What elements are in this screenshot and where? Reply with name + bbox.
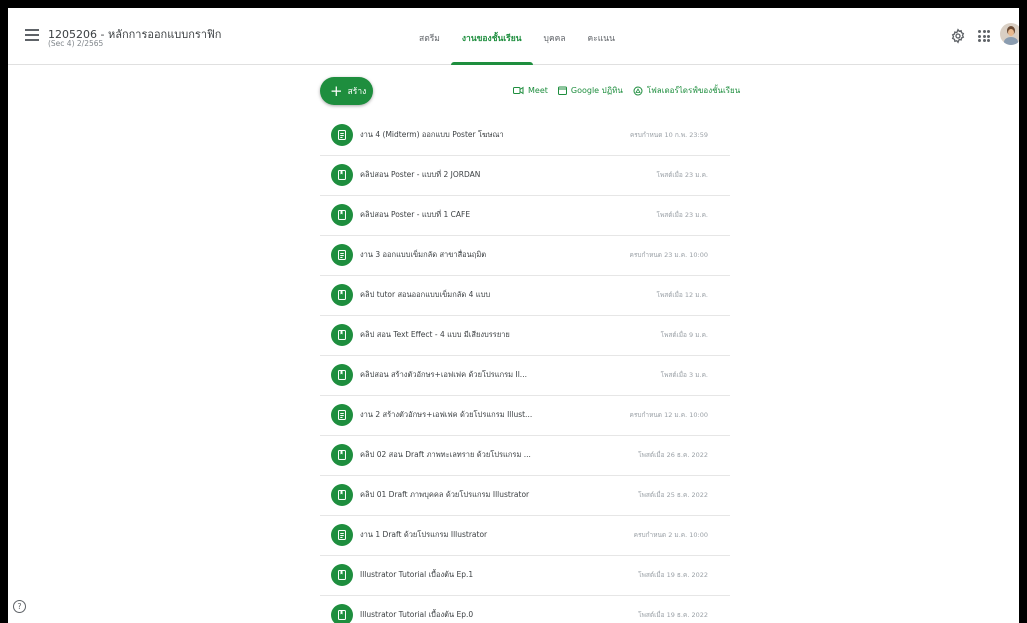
item-date: โพสต์เมื่อ 9 ม.ค. — [660, 331, 708, 339]
classwork-item[interactable]: คลิป 01 Draft ภาพบุคคล ด้วยโปรแกรม Illus… — [320, 476, 730, 516]
item-title: คลิป สอน Text Effect - 4 แบบ มีเสียงบรรย… — [360, 330, 510, 339]
item-title: คลิป tutor สอนออกแบบเข็มกลัด 4 แบบ — [360, 290, 491, 299]
classwork-item[interactable]: คลิปสอน สร้างตัวอักษร+เอฟเฟค ด้วยโปรแกรม… — [320, 356, 730, 396]
tab-people[interactable]: บุคคล — [533, 8, 577, 64]
main-menu-icon[interactable] — [22, 26, 42, 46]
top-app-bar: 1205206 - หลักการออกแบบกราฟิก (Sec 4) 2/… — [8, 8, 1019, 65]
calendar-label: Google ปฏิทิน — [570, 86, 623, 95]
item-date: ครบกำหนด 23 ม.ค. 10:00 — [629, 251, 708, 259]
apps-grid-icon[interactable] — [978, 30, 990, 42]
item-date: โพสต์เมื่อ 12 ม.ค. — [656, 291, 708, 299]
item-date: โพสต์เมื่อ 23 ม.ค. — [656, 211, 708, 219]
item-title: คลิปสอน สร้างตัวอักษร+เอฟเฟค ด้วยโปรแกรม… — [360, 370, 527, 379]
item-date: โพสต์เมื่อ 26 ธ.ค. 2022 — [638, 451, 708, 459]
item-title: คลิป 02 สอน Draft ภาพทะเลทราย ด้วยโปรแกร… — [360, 450, 531, 459]
item-title: งาน 4 (Midterm) ออกแบบ Poster โฆษณา — [360, 130, 504, 139]
class-tabs: สตรีม งานของชั้นเรียน บุคคล คะแนน — [408, 8, 626, 65]
help-icon[interactable]: ? — [13, 600, 26, 613]
item-title: งาน 3 ออกแบบเข็มกลัด สาขาสื่อนฤมิต — [360, 250, 487, 259]
classwork-item[interactable]: คลิปสอน Poster - แบบที่ 2 JORDAN โพสต์เม… — [320, 156, 730, 196]
material-icon — [331, 324, 353, 346]
assignment-icon — [331, 404, 353, 426]
item-date: โพสต์เมื่อ 23 ม.ค. — [656, 171, 708, 179]
drive-folder-link[interactable]: โฟลเดอร์ไดรฟ์ของชั้นเรียน — [633, 84, 740, 97]
assignment-icon — [331, 124, 353, 146]
meet-link[interactable]: Meet — [513, 86, 548, 95]
create-button[interactable]: + สร้าง — [320, 77, 373, 105]
item-date: ครบกำหนด 12 ม.ค. 10:00 — [629, 411, 708, 419]
item-date: โพสต์เมื่อ 19 ธ.ค. 2022 — [638, 571, 708, 579]
tab-classwork[interactable]: งานของชั้นเรียน — [450, 8, 533, 65]
material-icon — [331, 484, 353, 506]
avatar[interactable] — [1000, 23, 1019, 45]
classwork-item[interactable]: Illustrator Tutorial เบื้องต้น Ep.1 โพสต… — [320, 556, 730, 596]
assignment-icon — [331, 244, 353, 266]
item-title: คลิปสอน Poster - แบบที่ 1 CAFE — [360, 210, 471, 219]
item-date: โพสต์เมื่อ 3 ม.ค. — [660, 371, 708, 379]
material-icon — [331, 444, 353, 466]
item-title: Illustrator Tutorial เบื้องต้น Ep.1 — [360, 570, 474, 579]
item-date: โพสต์เมื่อ 19 ธ.ค. 2022 — [638, 611, 708, 619]
item-title: งาน 1 Draft ด้วยโปรแกรม Illustrator — [360, 530, 488, 539]
item-title: งาน 2 สร้างตัวอักษร+เอฟเฟค ด้วยโปรแกรม I… — [360, 410, 533, 419]
material-icon — [331, 564, 353, 586]
classwork-item[interactable]: คลิป สอน Text Effect - 4 แบบ มีเสียงบรรย… — [320, 316, 730, 356]
calendar-link[interactable]: Google ปฏิทิน — [557, 84, 623, 97]
plus-icon: + — [330, 81, 343, 100]
classwork-item[interactable]: งาน 3 ออกแบบเข็มกลัด สาขาสื่อนฤมิต ครบกำ… — [320, 236, 730, 276]
material-icon — [331, 364, 353, 386]
calendar-icon — [557, 86, 567, 95]
classwork-item[interactable]: คลิป 02 สอน Draft ภาพทะเลทราย ด้วยโปรแกร… — [320, 436, 730, 476]
classwork-item[interactable]: งาน 4 (Midterm) ออกแบบ Poster โฆษณา ครบก… — [320, 116, 730, 156]
classwork-item[interactable]: งาน 2 สร้างตัวอักษร+เอฟเฟค ด้วยโปรแกรม I… — [320, 396, 730, 436]
item-date: ครบกำหนด 2 ม.ค. 10:00 — [633, 531, 708, 539]
classwork-item[interactable]: Illustrator Tutorial เบื้องต้น Ep.0 โพสต… — [320, 596, 730, 623]
assignment-icon — [331, 524, 353, 546]
class-section: (Sec 4) 2/2565 — [48, 39, 104, 48]
classwork-item[interactable]: คลิป tutor สอนออกแบบเข็มกลัด 4 แบบ โพสต์… — [320, 276, 730, 316]
material-icon — [331, 204, 353, 226]
meet-label: Meet — [528, 86, 548, 95]
item-title: คลิปสอน Poster - แบบที่ 2 JORDAN — [360, 170, 481, 179]
tab-stream[interactable]: สตรีม — [408, 8, 451, 64]
item-title: Illustrator Tutorial เบื้องต้น Ep.0 — [360, 610, 474, 619]
video-camera-icon — [513, 86, 524, 95]
classwork-item[interactable]: คลิปสอน Poster - แบบที่ 1 CAFE โพสต์เมื่… — [320, 196, 730, 236]
item-title: คลิป 01 Draft ภาพบุคคล ด้วยโปรแกรม Illus… — [360, 490, 530, 499]
gear-icon[interactable] — [950, 28, 966, 44]
tab-grades[interactable]: คะแนน — [577, 8, 626, 64]
material-icon — [331, 164, 353, 186]
material-icon — [331, 284, 353, 306]
item-date: โพสต์เมื่อ 25 ธ.ค. 2022 — [638, 491, 708, 499]
material-icon — [331, 604, 353, 623]
drive-folder-icon — [633, 86, 643, 95]
classwork-list: งาน 4 (Midterm) ออกแบบ Poster โฆษณา ครบก… — [320, 116, 730, 623]
item-date: ครบกำหนด 10 ก.พ. 23:59 — [629, 131, 708, 139]
class-links: Meet Google ปฏิทิน โฟลเดอร์ไดรฟ์ของชั้นเ… — [513, 84, 750, 97]
drive-folder-label: โฟลเดอร์ไดรฟ์ของชั้นเรียน — [646, 86, 741, 95]
classroom-window: 1205206 - หลักการออกแบบกราฟิก (Sec 4) 2/… — [8, 8, 1019, 623]
create-button-label: สร้าง — [347, 87, 367, 97]
classwork-item[interactable]: งาน 1 Draft ด้วยโปรแกรม Illustrator ครบก… — [320, 516, 730, 556]
